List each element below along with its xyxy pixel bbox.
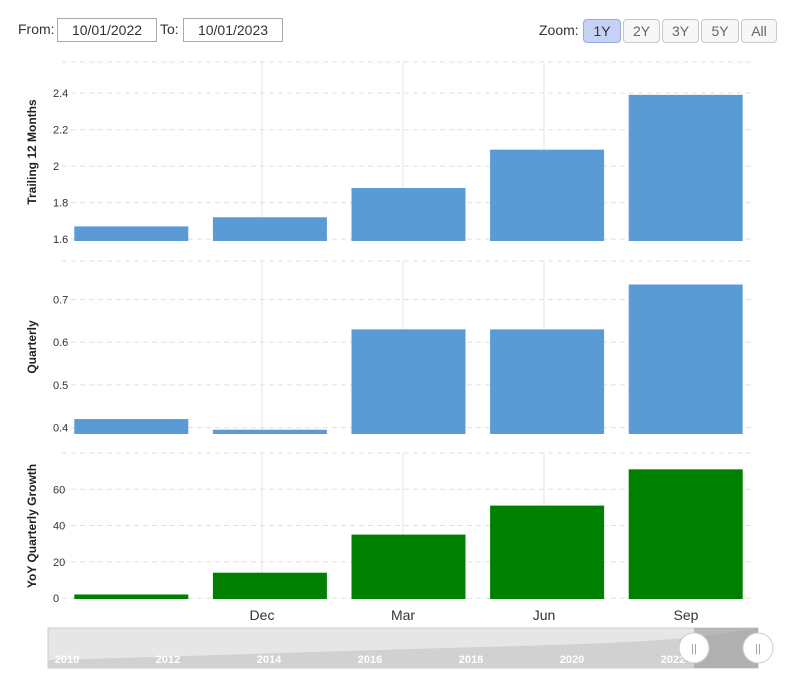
bar-1[interactable] <box>74 594 189 599</box>
navigator-year-label: 2018 <box>459 654 483 666</box>
bar-3[interactable] <box>351 188 466 241</box>
y-tick-label: 1.8 <box>53 198 68 210</box>
y-tick-label: 0.7 <box>53 294 68 306</box>
navigator-year-label: 2012 <box>156 654 180 666</box>
chart-panels: 1.6 1.8 2 2.2 2.4 Trailing 12 Months 0.4 0.5 0.6… <box>25 61 755 605</box>
y-tick-label: 60 <box>53 484 65 496</box>
bar-4[interactable] <box>490 329 605 434</box>
y-tick-label: 0.5 <box>53 380 68 392</box>
bar-3[interactable] <box>351 329 466 434</box>
bar-3[interactable] <box>351 534 466 599</box>
y-axis-title: Quarterly <box>25 320 39 374</box>
x-tick-label: Dec <box>250 607 275 623</box>
x-tick-label: Jun <box>533 607 556 623</box>
y-tick-label: 0.6 <box>53 337 68 349</box>
navigator-right-handle[interactable]: || <box>742 632 774 664</box>
bar-2[interactable] <box>212 572 327 599</box>
bar-4[interactable] <box>490 505 605 599</box>
x-tick-label: Mar <box>391 607 415 623</box>
navigator-year-label: 2020 <box>560 654 584 666</box>
bar-4[interactable] <box>490 149 605 241</box>
navigator-year-label: 2016 <box>358 654 382 666</box>
y-tick-label: 0.4 <box>53 423 68 435</box>
bar-2[interactable] <box>212 217 327 241</box>
bar-1[interactable] <box>74 419 189 434</box>
y-tick-label: 20 <box>53 557 65 569</box>
navigator-year-label: 2014 <box>257 654 282 666</box>
handle-grip-icon: || <box>755 643 761 655</box>
y-axis-title: Trailing 12 Months <box>25 99 39 205</box>
x-tick-label: Sep <box>674 607 699 623</box>
handle-grip-icon: || <box>691 643 697 655</box>
y-tick-label: 40 <box>53 521 65 533</box>
y-tick-label: 2.4 <box>53 88 68 100</box>
panel-2: 0.4 0.5 0.6 0.7 Quarterly <box>25 260 755 435</box>
bar-1[interactable] <box>74 226 189 241</box>
fundamentals-chart: 1.6 1.8 2 2.2 2.4 Trailing 12 Months 0.4 0.5 0.6… <box>25 61 774 669</box>
panel-3: 0 20 40 60 YoY Quarterly Growth <box>25 452 755 605</box>
bar-5[interactable] <box>628 469 743 599</box>
y-axis-title: YoY Quarterly Growth <box>25 464 39 588</box>
y-tick-label: 2.2 <box>53 125 68 137</box>
navigator-left-handle[interactable]: || <box>678 632 710 664</box>
y-tick-label: 1.6 <box>53 234 68 246</box>
x-axis: Dec Mar Jun Sep <box>250 607 699 623</box>
bar-5[interactable] <box>628 94 743 241</box>
navigator[interactable]: 2010 2012 2014 2016 2018 2020 2022 || || <box>47 627 774 669</box>
panel-1: 1.6 1.8 2 2.2 2.4 Trailing 12 Months <box>25 61 755 246</box>
bar-5[interactable] <box>628 284 743 434</box>
y-tick-label: 0 <box>53 593 59 605</box>
navigator-year-label: 2010 <box>55 654 79 666</box>
bar-2[interactable] <box>212 429 327 434</box>
y-tick-label: 2 <box>53 161 59 173</box>
